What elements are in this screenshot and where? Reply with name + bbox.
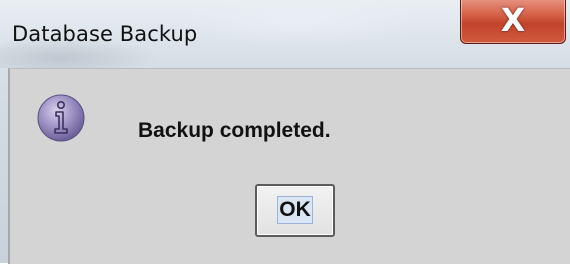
- close-icon: X: [500, 1, 526, 39]
- ok-button[interactable]: OK: [255, 184, 335, 237]
- ok-button-focus: OK: [277, 196, 313, 224]
- info-icon: [37, 94, 85, 142]
- dialog-body: Backup completed. OK: [8, 68, 570, 264]
- close-button[interactable]: X: [460, 0, 566, 44]
- message-text: Backup completed.: [138, 119, 331, 142]
- window-title: Database Backup: [12, 22, 198, 46]
- ok-label: OK: [279, 198, 311, 221]
- dialog-window: Database Backup X Backup completed. OK: [0, 0, 570, 264]
- title-bar[interactable]: Database Backup X: [0, 0, 570, 68]
